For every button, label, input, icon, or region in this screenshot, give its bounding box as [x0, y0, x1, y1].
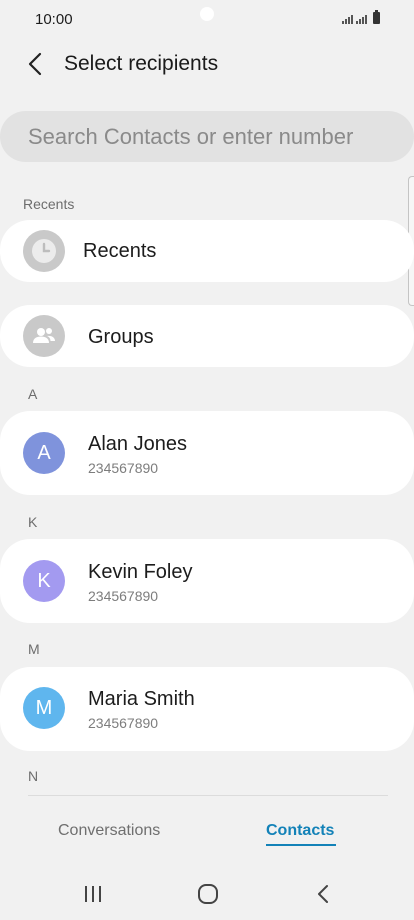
section-label-a: A	[28, 386, 38, 402]
avatar: M	[23, 687, 65, 729]
search-placeholder: Search Contacts or enter number	[28, 123, 354, 149]
section-label-k: K	[28, 514, 38, 530]
contact-number: 234567890	[88, 715, 159, 731]
battery-icon	[373, 10, 380, 24]
contact-row-kevin-foley[interactable]: K Kevin Foley 234567890	[0, 539, 414, 623]
status-icons	[342, 10, 380, 24]
home-button[interactable]	[195, 882, 221, 906]
groups-label: Groups	[88, 326, 154, 348]
recent-apps-icon	[85, 886, 101, 902]
back-button[interactable]	[22, 50, 50, 78]
navigation-bar	[0, 866, 414, 920]
section-label-m: M	[28, 641, 40, 657]
cell-signal-icon	[356, 15, 367, 24]
recent-apps-button[interactable]	[80, 882, 106, 906]
tab-conversations[interactable]: Conversations	[58, 822, 160, 840]
header: Select recipients	[0, 40, 414, 88]
active-tab-indicator	[266, 844, 336, 846]
status-time: 10:00	[35, 11, 73, 28]
contact-name: Kevin Foley	[88, 561, 193, 583]
avatar-initial: M	[35, 696, 53, 719]
section-label-n: N	[28, 768, 39, 784]
clock-icon	[23, 230, 65, 272]
avatar-initial: K	[37, 569, 51, 592]
divider	[28, 795, 388, 796]
tab-contacts[interactable]: Contacts	[266, 822, 334, 840]
section-label-recents: Recents	[23, 196, 75, 212]
avatar-initial: A	[37, 441, 51, 464]
back-icon	[318, 885, 328, 903]
contact-number: 234567890	[88, 588, 159, 604]
groups-row[interactable]: Groups	[0, 305, 414, 367]
contact-name: Alan Jones	[88, 433, 187, 455]
contact-name: Maria Smith	[88, 688, 195, 710]
contact-number: 234567890	[88, 460, 159, 476]
avatar: K	[23, 560, 65, 602]
wifi-signal-icon	[342, 15, 353, 24]
status-bar: 10:00	[0, 0, 414, 40]
back-nav-button[interactable]	[310, 882, 336, 906]
search-input[interactable]: Search Contacts or enter number	[0, 111, 414, 162]
recents-row[interactable]: Recents	[0, 220, 414, 282]
page-title: Select recipients	[64, 52, 219, 75]
avatar: A	[23, 432, 65, 474]
chevron-left-icon	[28, 52, 42, 76]
contact-row-alan-jones[interactable]: A Alan Jones 234567890	[0, 411, 414, 495]
people-icon	[23, 315, 65, 357]
camera-cutout	[200, 7, 214, 21]
home-icon	[198, 884, 218, 904]
bottom-tabs: Conversations Contacts	[0, 800, 414, 860]
recents-label: Recents	[83, 240, 157, 262]
contact-row-maria-smith[interactable]: M Maria Smith 234567890	[0, 667, 414, 751]
